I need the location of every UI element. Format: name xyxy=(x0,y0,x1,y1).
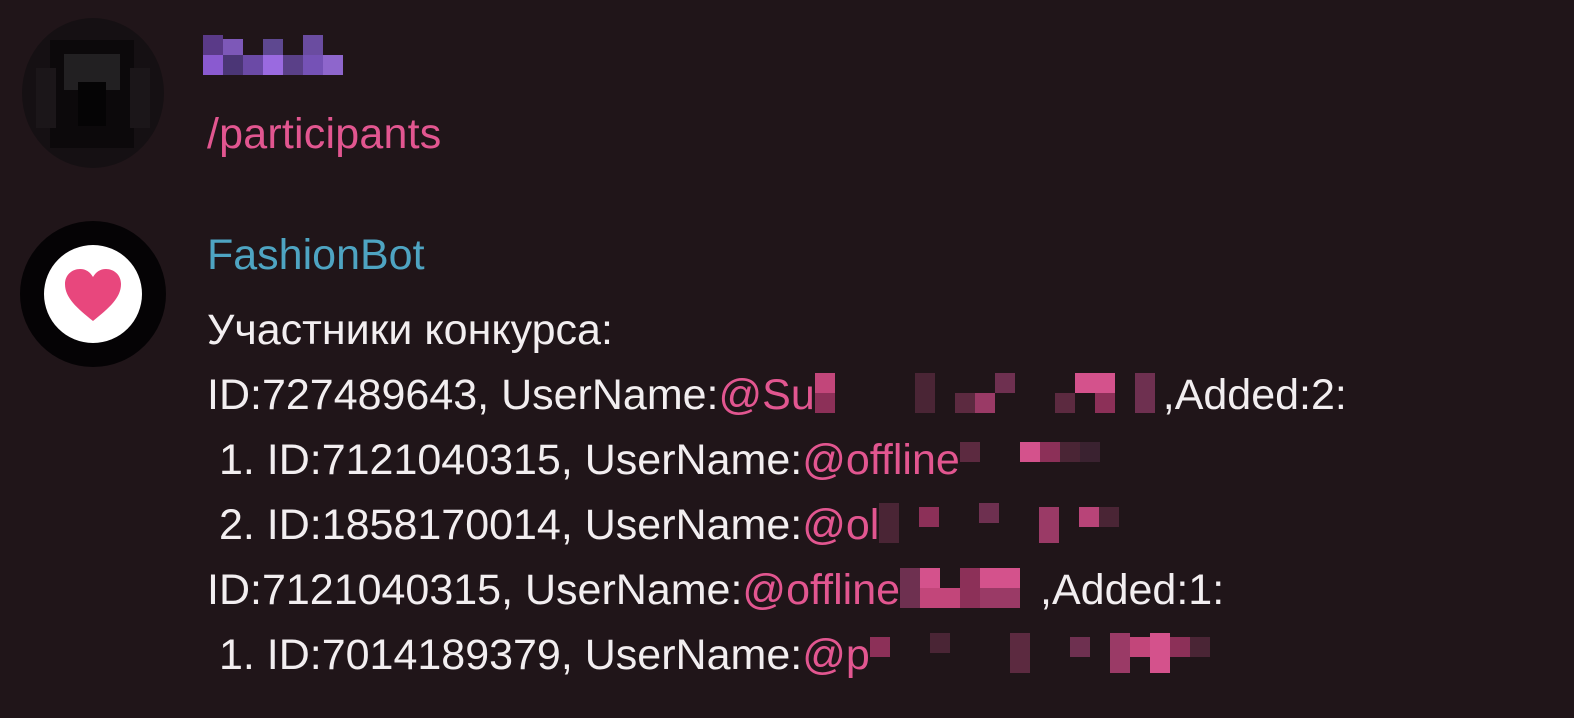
avatar-pixel-block xyxy=(36,68,56,128)
username-mention[interactable]: @offline xyxy=(802,436,960,484)
message-title: Участники конкурса: xyxy=(207,306,613,354)
participant-line: 1. ID:7121040315, UserName:@offline xyxy=(207,428,1347,493)
command-message[interactable]: /participants xyxy=(207,102,441,167)
username-mention[interactable]: @ol xyxy=(802,501,879,549)
username-mention[interactable]: @p xyxy=(802,631,870,679)
username-mention[interactable]: @offline xyxy=(742,566,900,614)
participant-line: 2. ID:1858170014, UserName:@ol xyxy=(207,493,1347,558)
bot-avatar-circle xyxy=(44,245,142,343)
avatar-pixel-block xyxy=(130,68,150,128)
participant-line: ID:727489643, UserName:@Su ,Added:2: xyxy=(207,363,1347,428)
redacted-username xyxy=(900,568,1040,610)
added-count: ,Added:2: xyxy=(1162,371,1347,419)
bot-message-body: Участники конкурса: ID:727489643, UserNa… xyxy=(207,298,1347,688)
heart-icon xyxy=(65,269,121,321)
username-mention[interactable]: @Su xyxy=(719,371,815,419)
participant-info: 1. ID:7014189379, UserName: xyxy=(207,631,803,679)
participant-info: 1. ID:7121040315, UserName: xyxy=(207,436,803,484)
redacted-username xyxy=(869,633,1210,675)
participant-line: 1. ID:7014189379, UserName:@p xyxy=(207,623,1347,688)
redacted-username xyxy=(814,373,1163,415)
bot-avatar[interactable] xyxy=(20,221,166,367)
redacted-username xyxy=(959,440,1100,480)
user-avatar[interactable] xyxy=(22,18,164,168)
participant-info: ID:7121040315, UserName: xyxy=(207,566,743,614)
participant-info: 2. ID:1858170014, UserName: xyxy=(207,501,803,549)
sender-name-redacted[interactable] xyxy=(203,35,343,75)
participant-line: ID:7121040315, UserName:@offline ,Added:1… xyxy=(207,558,1347,623)
participant-info: ID:727489643, UserName: xyxy=(207,371,719,419)
chat-view: /participants FashionBot Участники конку… xyxy=(0,0,1574,718)
added-count: ,Added:1: xyxy=(1040,566,1225,614)
avatar-pixel-block xyxy=(78,82,106,126)
redacted-username xyxy=(879,503,1120,545)
bot-name[interactable]: FashionBot xyxy=(207,223,425,288)
